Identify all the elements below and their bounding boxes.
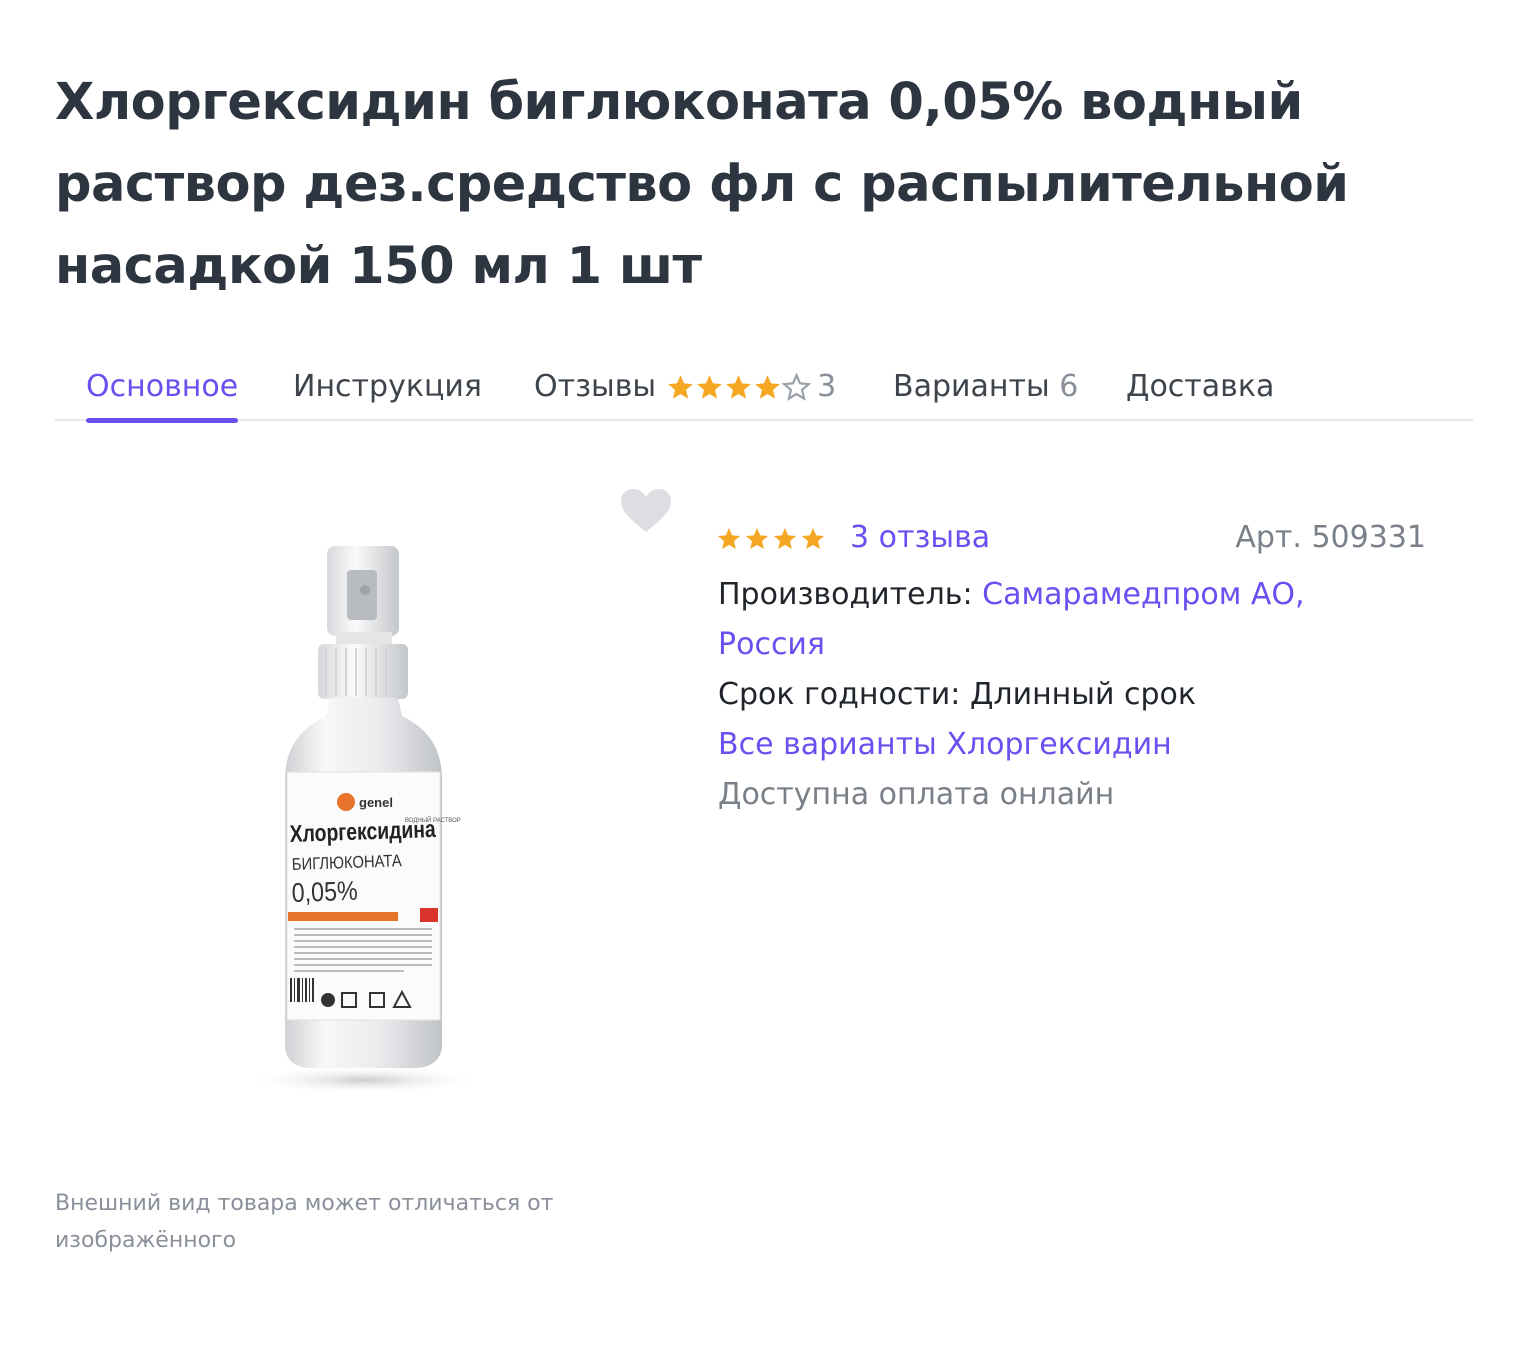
article-number: Арт. 509331: [1235, 520, 1426, 555]
product-tabs: Основное Инструкция Отзывы 3 Варианты 6 Д…: [55, 362, 1473, 423]
image-disclaimer: Внешний вид товара может отличаться от и…: [55, 1191, 554, 1253]
expiry-row: Срок годности: Длинный срок: [718, 677, 1197, 712]
star-filled-icon: [717, 527, 741, 549]
tab-rating-stars: [666, 362, 812, 412]
star-filled-icon: [745, 527, 769, 549]
product-info: Производитель: Самарамедпром АО, Россия …: [718, 570, 1418, 820]
svg-text:genel: genel: [359, 795, 393, 810]
reviews-link[interactable]: 3 отзыва: [850, 518, 990, 558]
star-filled-icon: [697, 375, 722, 399]
manufacturer-row: Производитель: Самарамедпром АО, Россия: [718, 577, 1305, 662]
rating-stars: [716, 526, 828, 556]
favorite-heart-icon[interactable]: [620, 488, 672, 534]
svg-text:Хлоргексидина: Хлоргексидина: [289, 816, 436, 848]
payment-note: Доступна оплата онлайн: [718, 777, 1115, 812]
tab-main[interactable]: Основное: [86, 362, 239, 423]
tab-delivery[interactable]: Доставка: [1126, 362, 1274, 421]
star-empty-icon: [782, 373, 812, 401]
svg-text:БИГЛЮКОНАТА: БИГЛЮКОНАТА: [291, 851, 402, 874]
svg-text:0,05%: 0,05%: [291, 876, 358, 908]
tab-instruction[interactable]: Инструкция: [293, 362, 482, 421]
product-image[interactable]: genel ВОДНЫЙ РАСТВОР Хлоргексидина БИГЛЮ…: [230, 540, 490, 1100]
product-title: Хлоргексидин биглюконата 0,05% водный ра…: [55, 73, 1349, 296]
star-filled-icon: [755, 375, 780, 399]
star-filled-icon: [801, 527, 825, 549]
star-filled-icon: [726, 375, 751, 399]
tab-variants[interactable]: Варианты 6: [893, 362, 1078, 421]
brand-logo-icon: [337, 793, 355, 811]
all-variants-link[interactable]: Все варианты Хлоргексидин: [718, 727, 1172, 762]
star-filled-icon: [773, 527, 797, 549]
star-filled-icon: [668, 375, 693, 399]
tab-reviews[interactable]: Отзывы 3: [534, 362, 836, 421]
